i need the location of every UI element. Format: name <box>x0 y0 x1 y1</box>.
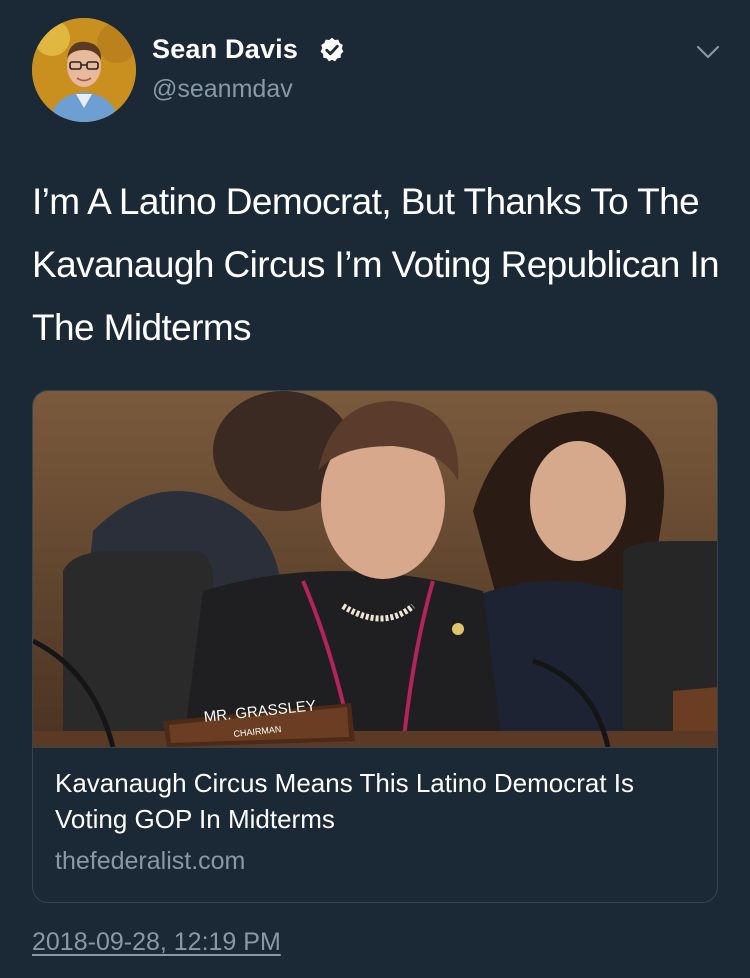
card-image[interactable] <box>33 391 717 747</box>
verified-badge-icon <box>320 37 344 62</box>
author-name[interactable]: Sean Davis <box>152 34 298 65</box>
hearing-photo <box>33 391 717 747</box>
tweet-text: I’m A Latino Democrat, But Thanks To The… <box>32 181 720 348</box>
author-avatar[interactable] <box>32 18 136 122</box>
card-divider <box>33 747 717 748</box>
tweet-container: Sean Davis @seanmdav I’m A Latino Democr… <box>0 0 750 978</box>
author-handle[interactable]: @seanmdav <box>152 75 293 104</box>
link-card[interactable]: MR. GRASSLEY CHAIRMAN Kavanaugh Circus M… <box>32 390 718 903</box>
tweet-timestamp[interactable]: 2018-09-28, 12:19 PM <box>32 928 281 957</box>
card-domain[interactable]: thefederalist.com <box>55 847 245 876</box>
chevron-down-icon[interactable] <box>694 42 722 62</box>
card-title[interactable]: Kavanaugh Circus Means This Latino Democ… <box>55 765 695 837</box>
user-avatar-photo <box>32 18 136 122</box>
